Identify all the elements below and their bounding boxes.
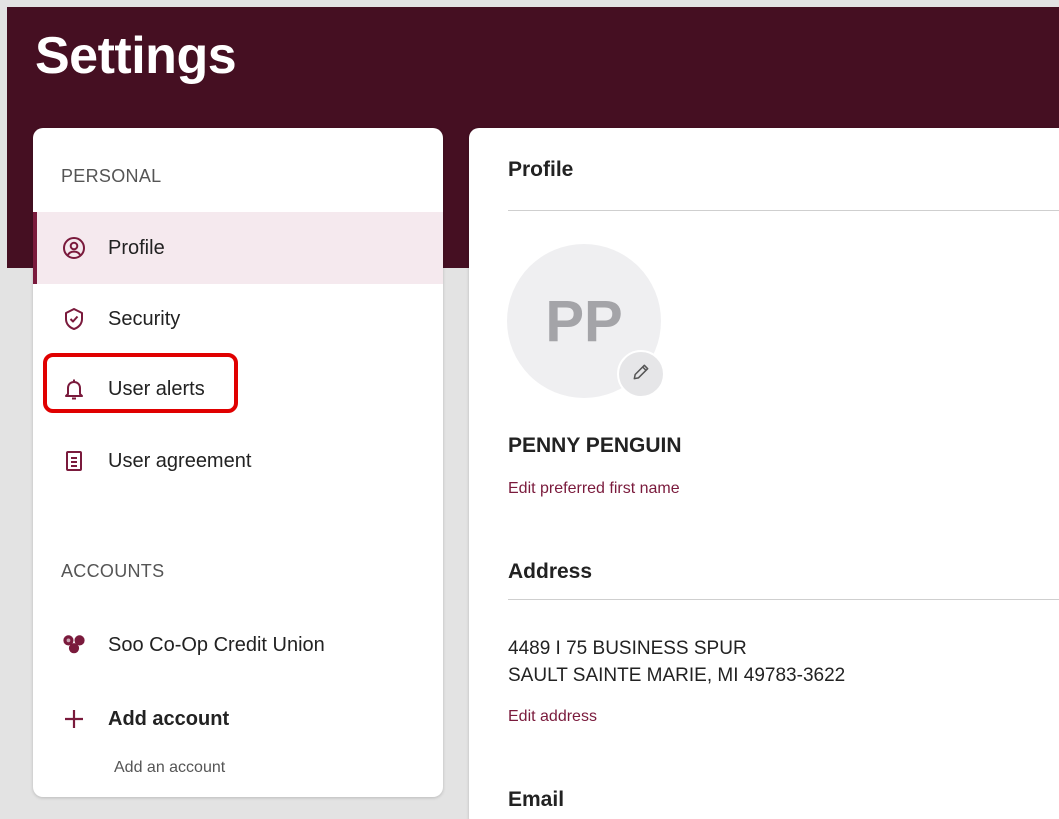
plus-icon xyxy=(62,707,86,731)
bell-icon xyxy=(62,377,86,401)
address-line: SAULT SAINTE MARIE, MI 49783-3622 xyxy=(508,665,846,686)
edit-avatar-button[interactable] xyxy=(617,350,665,398)
profile-card: Profile PP PENNY PENGUIN Edit preferred … xyxy=(469,128,1059,819)
sidebar-item-label: User alerts xyxy=(108,377,205,400)
address-title: Address xyxy=(508,560,593,583)
divider xyxy=(508,599,1059,600)
divider xyxy=(508,210,1059,211)
sidebar-item-user-alerts[interactable]: User alerts xyxy=(33,353,443,425)
settings-sidebar: PERSONAL Profile Security User alerts Us… xyxy=(33,128,443,797)
sidebar-item-label: Security xyxy=(108,307,181,330)
add-account-button[interactable]: Add account xyxy=(33,683,443,755)
personal-section-heading: PERSONAL xyxy=(61,166,162,186)
shield-check-icon xyxy=(62,307,86,331)
pencil-icon xyxy=(631,362,651,387)
sidebar-item-profile[interactable]: Profile xyxy=(33,212,443,284)
add-account-sublabel: Add an account xyxy=(114,759,226,776)
email-title: Email xyxy=(508,788,565,811)
edit-address-link[interactable]: Edit address xyxy=(508,708,597,726)
accounts-section-heading: ACCOUNTS xyxy=(61,561,165,581)
page-title: Settings xyxy=(35,27,237,85)
sidebar-item-label: Profile xyxy=(108,236,165,259)
add-account-label: Add account xyxy=(108,707,230,730)
user-circle-icon xyxy=(62,236,86,260)
edit-preferred-name-link[interactable]: Edit preferred first name xyxy=(508,480,680,498)
sidebar-item-label: User agreement xyxy=(108,449,252,472)
account-item-label: Soo Co-Op Credit Union xyxy=(108,633,325,656)
sidebar-item-security[interactable]: Security xyxy=(33,283,443,355)
document-icon xyxy=(62,449,86,473)
user-name: PENNY PENGUIN xyxy=(508,434,682,457)
sidebar-item-user-agreement[interactable]: User agreement xyxy=(33,425,443,497)
profile-title: Profile xyxy=(508,158,574,181)
credit-union-logo-icon xyxy=(62,633,86,657)
account-item-soo-coop[interactable]: Soo Co-Op Credit Union xyxy=(33,609,443,681)
address-line: 4489 I 75 BUSINESS SPUR xyxy=(508,638,747,659)
